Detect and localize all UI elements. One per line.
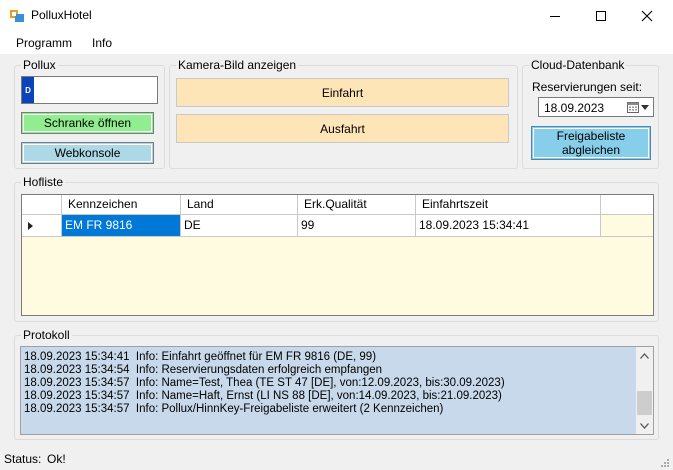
maximize-icon — [596, 11, 606, 21]
current-row-arrow-icon — [28, 222, 33, 230]
minimize-button[interactable] — [532, 0, 578, 32]
log-line: 18.09.2023 15:34:57 Info: Name=Test, The… — [24, 377, 505, 389]
hofliste-grid[interactable]: Kennzeichen Land Erk.Qualität Einfahrtsz… — [21, 194, 654, 316]
log-line: 18.09.2023 15:34:57 Info: Pollux/HinnKey… — [24, 403, 444, 415]
resize-grip-icon[interactable] — [658, 456, 670, 468]
reservations-date-picker[interactable]: 18.09.2023 — [538, 97, 654, 117]
status-value: Ok! — [47, 452, 66, 466]
row-header-corner — [22, 195, 62, 215]
column-header-land[interactable]: Land — [181, 195, 298, 215]
maximize-button[interactable] — [578, 0, 624, 32]
sync-approval-list-button[interactable]: Freigabeliste abgleichen — [531, 126, 651, 160]
pollux-input[interactable]: D — [21, 76, 158, 104]
log-line: 18.09.2023 15:34:54 Info: Reservierungsd… — [24, 364, 383, 376]
date-value: 18.09.2023 — [544, 101, 605, 115]
app-icon — [10, 10, 24, 22]
reservations-label: Reservierungen seit: — [532, 80, 643, 94]
cell-filler — [601, 215, 653, 237]
column-header-filler — [601, 195, 653, 215]
log-scroll-thumb[interactable] — [637, 391, 652, 415]
cloud-group-label: Cloud-Datenbank — [529, 58, 627, 72]
title-bar: PolluxHotel — [0, 0, 673, 32]
window-title: PolluxHotel — [31, 8, 92, 22]
status-bar: Status: Ok! — [0, 448, 673, 470]
log-scrollbar[interactable] — [636, 347, 653, 434]
entry-camera-button[interactable]: Einfahrt — [176, 78, 509, 107]
column-header-einfahrtszeit[interactable]: Einfahrtszeit — [416, 195, 601, 215]
open-barrier-button[interactable]: Schranke öffnen — [21, 112, 154, 134]
column-header-qualitaet[interactable]: Erk.Qualität — [298, 195, 416, 215]
close-icon — [641, 10, 653, 22]
webconsole-button[interactable]: Webkonsole — [21, 142, 154, 164]
cell-einfahrtszeit[interactable]: 18.09.2023 15:34:41 — [416, 215, 601, 237]
scroll-down-icon — [640, 423, 649, 429]
scroll-up-icon — [640, 353, 649, 359]
close-button[interactable] — [624, 0, 670, 32]
hofliste-group-label: Hofliste — [21, 175, 66, 189]
minimize-icon — [550, 16, 560, 17]
status-label: Status: — [4, 452, 42, 466]
cell-qualitaet[interactable]: 99 — [298, 215, 416, 237]
column-header-kennzeichen[interactable]: Kennzeichen — [62, 195, 181, 215]
row-header[interactable] — [22, 215, 62, 237]
calendar-icon — [627, 102, 639, 113]
d-indicator: D — [22, 77, 34, 103]
menu-bar: Programm Info — [0, 32, 673, 54]
exit-camera-button[interactable]: Ausfahrt — [176, 114, 509, 143]
protokoll-log[interactable]: 18.09.2023 15:34:41 Info: Einfahrt geöff… — [20, 346, 654, 435]
camera-group-label: Kamera-Bild anzeigen — [176, 58, 299, 72]
menu-programm[interactable]: Programm — [16, 36, 72, 50]
dropdown-arrow-icon — [641, 105, 649, 110]
log-line: 18.09.2023 15:34:41 Info: Einfahrt geöff… — [24, 351, 377, 363]
cell-kennzeichen[interactable]: EM FR 9816 — [62, 215, 181, 237]
menu-info[interactable]: Info — [92, 36, 112, 50]
protokoll-group-label: Protokoll — [21, 328, 72, 342]
cell-land[interactable]: DE — [181, 215, 298, 237]
log-line: 18.09.2023 15:34:57 Info: Name=Haft, Ern… — [24, 390, 502, 402]
pollux-group-label: Pollux — [21, 58, 58, 72]
